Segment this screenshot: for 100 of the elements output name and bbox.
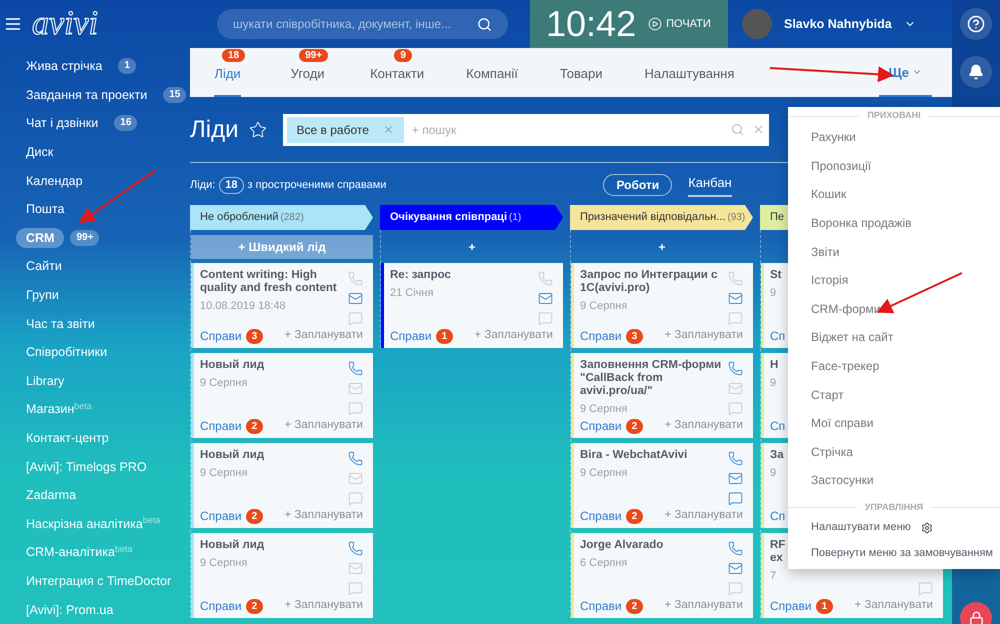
menu-item[interactable]: Мої справи <box>811 414 874 432</box>
schedule-link[interactable]: + Запланувати <box>854 597 933 615</box>
sidebar-item[interactable]: Диск <box>16 142 64 162</box>
settings-icon[interactable] <box>920 522 933 534</box>
menu-item[interactable]: Старт <box>811 386 844 404</box>
sidebar-item[interactable]: Чат і дзвінки <box>16 113 108 134</box>
filter-button[interactable]: Роботи <box>603 174 672 196</box>
activities-link[interactable]: Справи <box>770 597 812 615</box>
start-button[interactable]: ПОЧАТИ <box>648 16 711 32</box>
schedule-link[interactable]: + Запланувати <box>664 327 743 345</box>
menu-item[interactable]: Налаштувати меню <box>811 519 911 536</box>
view-tab[interactable]: Канбан <box>688 173 732 197</box>
lead-title[interactable]: Заповнення CRM-форми "CallBack from avivi.pro/ua/" <box>580 359 723 398</box>
phone-icon[interactable] <box>348 540 362 556</box>
sidebar-item[interactable]: Жива стрічка <box>16 56 112 76</box>
star-icon[interactable] <box>248 120 266 138</box>
activities-link[interactable]: Справи <box>200 507 242 525</box>
lead-title[interactable]: RF ex <box>770 539 786 565</box>
filter-chip[interactable]: Все в работе <box>286 116 404 142</box>
menu-item[interactable]: Кошик <box>811 185 846 204</box>
schedule-link[interactable]: + Запланувати <box>664 417 743 435</box>
activities-link[interactable]: Справи <box>200 597 242 615</box>
add-lead-button[interactable]: + Швидкий лід <box>191 234 373 258</box>
lead-card[interactable]: Content writing: High quality and fresh content 10.08.2019 18:48 Справи 3 + Запланувати <box>191 263 373 348</box>
remove-icon[interactable] <box>382 124 394 135</box>
menu-item[interactable]: Застосунки <box>811 471 874 490</box>
column-header[interactable]: Очікування співпраці (1) <box>380 205 563 230</box>
sidebar-item[interactable]: CRM <box>16 228 64 248</box>
sidebar-item[interactable]: Контакт-центр <box>16 428 119 448</box>
sidebar-item[interactable]: Магазин$^{beta}$ <box>16 399 102 420</box>
bell-icon[interactable] <box>960 56 992 88</box>
tab[interactable]: Компанії <box>466 64 518 97</box>
activities-link[interactable]: Справи <box>580 417 622 435</box>
lead-title[interactable]: Запрос по Интеграции с 1С(avivi.pro) <box>580 269 723 295</box>
tab[interactable]: Угоди <box>290 64 325 97</box>
schedule-link[interactable]: + Запланувати <box>664 507 743 525</box>
menu-item[interactable]: Пропозиції <box>811 156 872 175</box>
sidebar-item[interactable]: [Avivi]: Timelogs PRO <box>16 456 157 477</box>
menu-item[interactable]: CRM-форми <box>811 300 880 318</box>
schedule-link[interactable]: + Запланувати <box>284 417 363 435</box>
lead-card[interactable]: Запрос по Интеграции с 1С(avivi.pro) 9 Серпня Справи 3 + Запланувати <box>571 263 753 348</box>
sidebar-item[interactable]: Наскрізна аналітика$^{beta}$ <box>16 514 170 534</box>
lead-card[interactable]: Re: запрос 21 Січня Справи 1 + Запланувати <box>381 263 563 348</box>
menu-icon[interactable] <box>6 18 20 30</box>
tab[interactable]: Товари <box>560 64 603 97</box>
lead-title[interactable]: Jorge Alvarado <box>580 539 664 552</box>
sidebar-item[interactable]: Співробітники <box>16 342 118 362</box>
schedule-link[interactable]: + Запланувати <box>474 327 553 345</box>
menu-item[interactable]: Face-трекер <box>811 357 880 376</box>
lead-card[interactable]: Bira - WebchatAvivi 9 Серпня Справи 2 + Запланувати <box>571 443 753 528</box>
add-lead-button[interactable]: + <box>381 234 563 258</box>
tab[interactable]: Контакти <box>370 64 424 97</box>
sidebar-item[interactable]: Library <box>16 370 74 391</box>
sidebar-item[interactable]: Zadarma <box>16 485 86 506</box>
activities-link[interactable]: Справи <box>580 597 622 615</box>
mail-icon[interactable] <box>538 290 552 306</box>
column-header[interactable]: Не оброблений (282) <box>190 205 373 230</box>
mail-icon[interactable] <box>728 290 742 306</box>
user-name[interactable]: Slavko Nahnybida <box>784 14 892 34</box>
tab[interactable]: Ліди <box>214 64 241 97</box>
mail-icon[interactable] <box>728 560 742 576</box>
lead-title[interactable]: Новый лид <box>200 359 264 372</box>
menu-item[interactable]: Воронка продажів <box>811 214 912 232</box>
phone-icon[interactable] <box>348 450 362 466</box>
help-icon[interactable] <box>960 8 992 40</box>
search-icon[interactable] <box>477 16 492 32</box>
menu-item[interactable]: Звіти <box>811 242 840 261</box>
lead-title[interactable]: Bira - WebchatAvivi <box>580 449 688 462</box>
play-icon[interactable] <box>648 17 662 31</box>
activities-link[interactable]: Справи <box>580 327 622 345</box>
activities-link[interactable]: Справи <box>200 327 242 345</box>
column-header[interactable]: Призначений відповідальн... (93) <box>570 205 753 230</box>
lead-title[interactable]: Content writing: High quality and fresh content <box>200 269 343 295</box>
sidebar-item[interactable]: Интеграция с TimeDoctor <box>16 570 182 591</box>
phone-icon[interactable] <box>728 360 742 376</box>
schedule-link[interactable]: + Запланувати <box>284 597 363 615</box>
menu-item[interactable]: Рахунки <box>811 128 856 146</box>
lead-title[interactable]: Новый лид <box>200 449 264 462</box>
tab[interactable]: Налаштування <box>644 64 734 97</box>
sidebar-item[interactable]: Календар <box>16 170 93 191</box>
phone-icon[interactable] <box>728 450 742 466</box>
lead-title[interactable]: Новый лид <box>200 539 264 552</box>
menu-item[interactable]: Стрічка <box>811 442 853 461</box>
lead-card[interactable]: Jorge Alvarado 6 Серпня Справи 2 + Запланувати <box>571 533 753 618</box>
sidebar-item[interactable]: Пошта <box>16 199 75 220</box>
schedule-link[interactable]: + Запланувати <box>664 597 743 615</box>
sidebar-item[interactable]: Групи <box>16 285 69 306</box>
sidebar-item[interactable]: CRM-аналітика$^{beta}$ <box>16 542 142 562</box>
activities-link[interactable]: Сп <box>770 327 786 345</box>
menu-item[interactable]: Віджет на сайт <box>811 328 894 346</box>
phone-icon[interactable] <box>728 540 742 556</box>
phone-icon[interactable] <box>348 360 362 376</box>
lead-card[interactable]: Новый лид 9 Серпня Справи 2 + Запланувати <box>191 353 373 438</box>
schedule-link[interactable]: + Запланувати <box>284 507 363 525</box>
chat-icon[interactable] <box>728 490 742 506</box>
activities-link[interactable]: Справи <box>390 327 432 345</box>
lead-card[interactable]: Новый лид 9 Серпня Справи 2 + Запланувати <box>191 443 373 528</box>
schedule-link[interactable]: + Запланувати <box>284 327 363 345</box>
activities-link[interactable]: Справи <box>200 417 242 435</box>
sidebar-item[interactable]: Час та звіти <box>16 314 105 334</box>
